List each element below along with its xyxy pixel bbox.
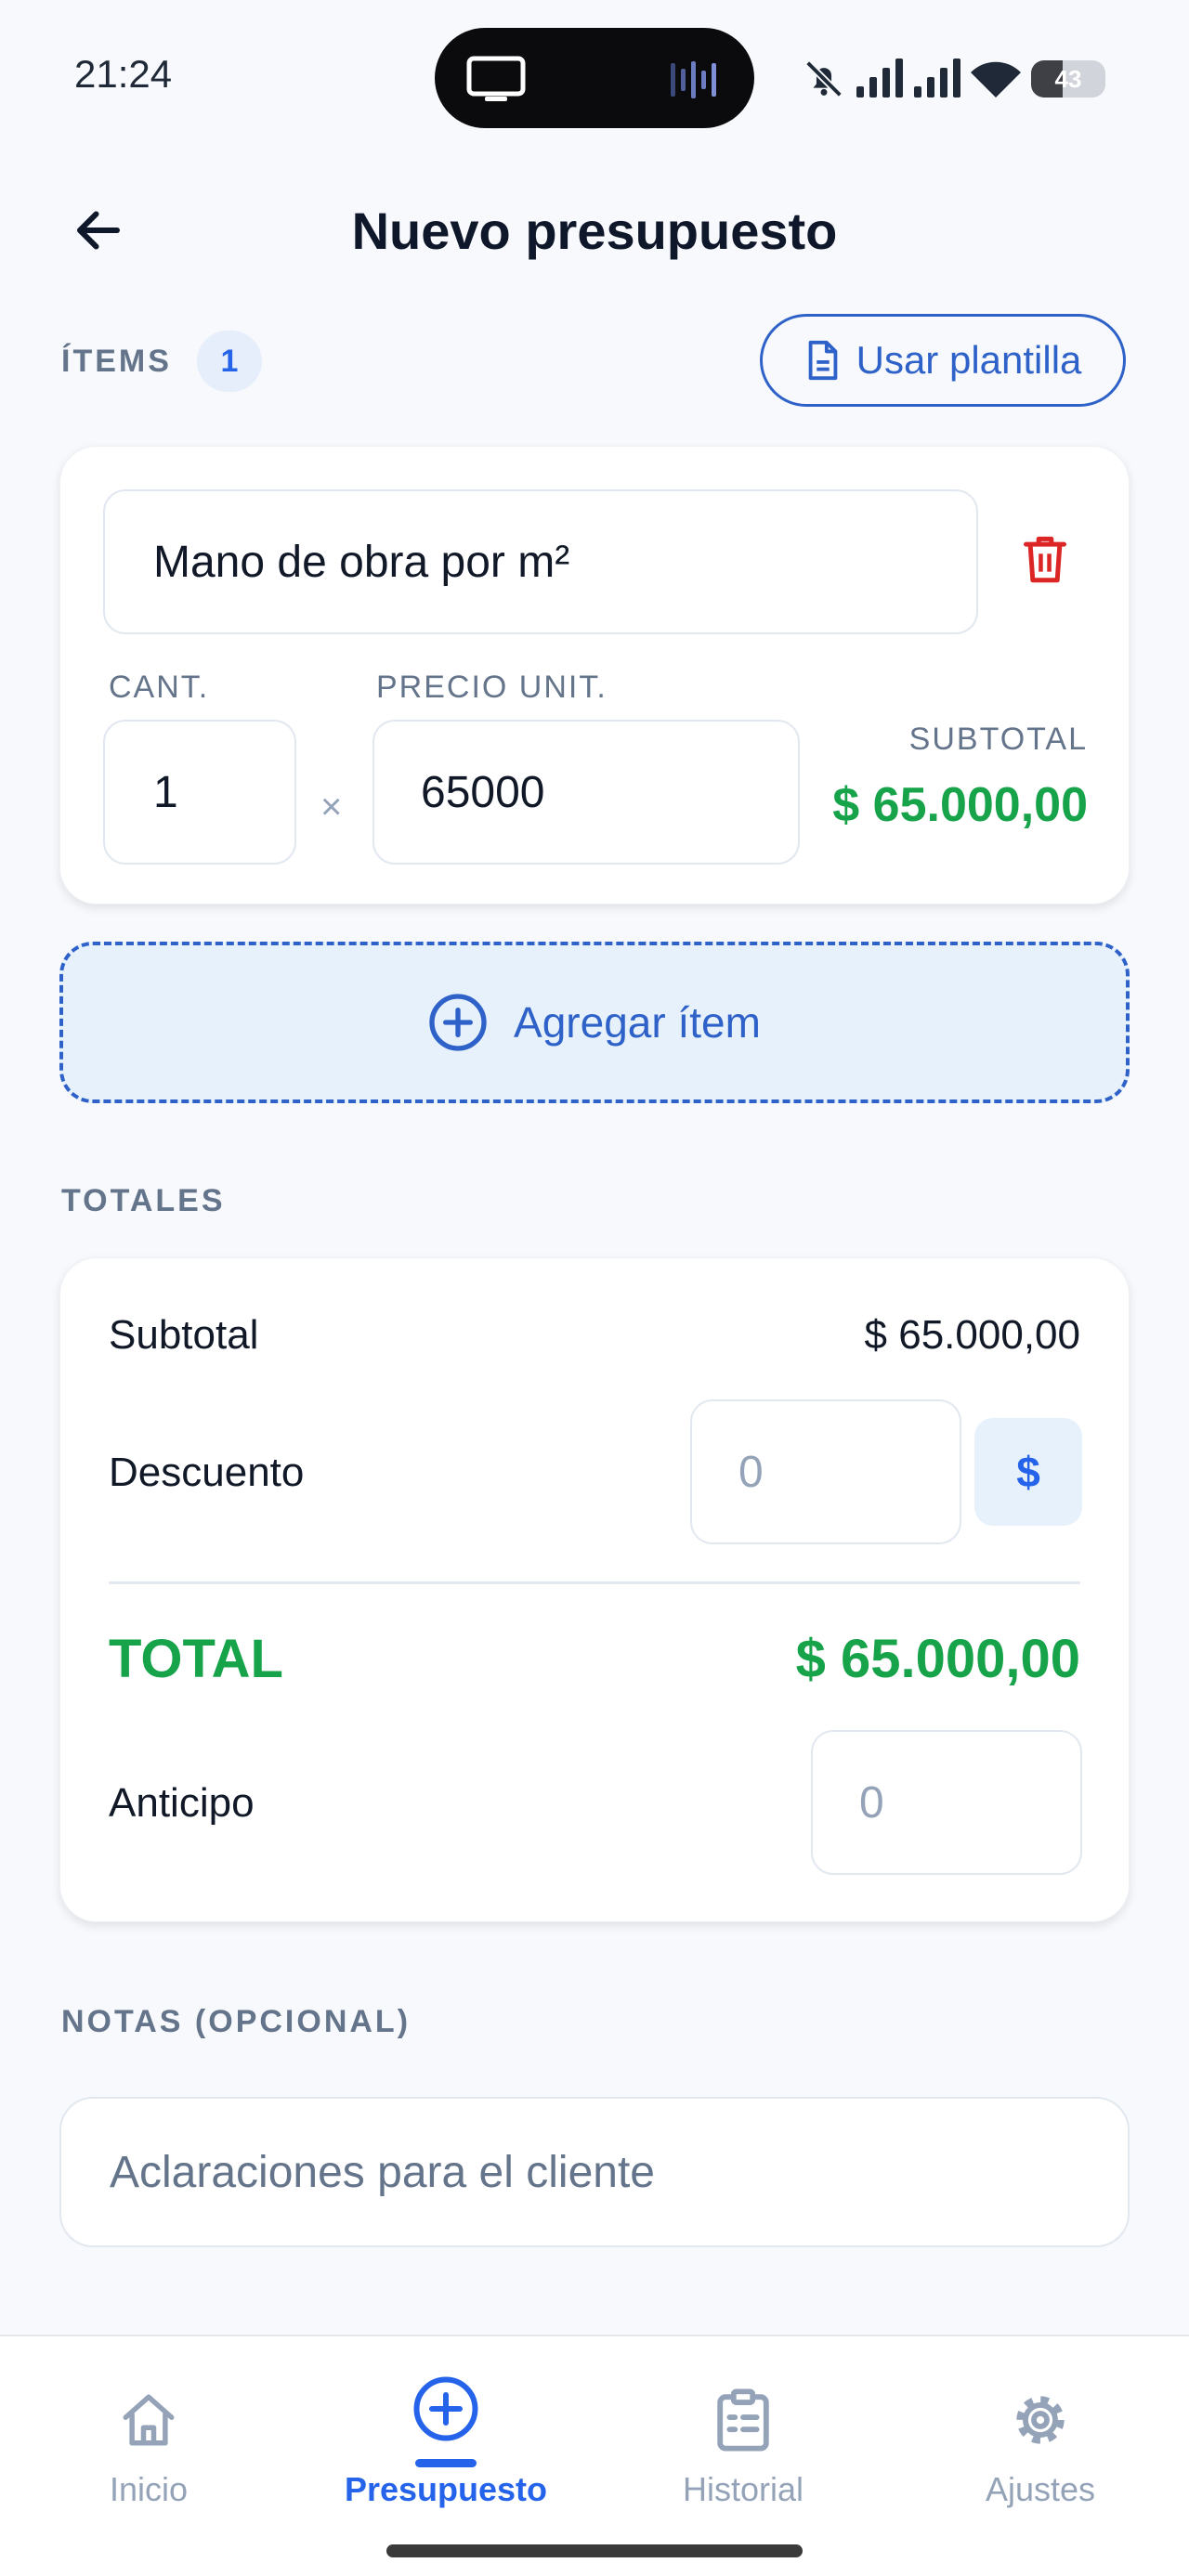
times-sign: ×	[320, 787, 343, 827]
item-card: Mano de obra por m² CANT. PRECIO UNIT. S…	[59, 446, 1130, 904]
dynamic-island	[435, 28, 754, 128]
clipboard-list-icon	[717, 2388, 769, 2452]
nav-label-ajustes: Ajustes	[985, 2470, 1096, 2508]
document-icon	[808, 340, 837, 381]
nav-item-inicio[interactable]: Inicio	[0, 2336, 297, 2522]
audio-wave-icon	[671, 61, 716, 98]
item-subtotal-value: $ 65.000,00	[832, 778, 1088, 832]
signal-icon	[856, 59, 903, 98]
nav-item-ajustes[interactable]: Ajustes	[892, 2336, 1189, 2522]
add-item-button[interactable]: Agregar ítem	[59, 942, 1130, 1103]
back-button[interactable]	[61, 193, 136, 267]
totals-card: Subtotal $ 65.000,00 Descuento 0 $ TOTAL…	[59, 1257, 1130, 1922]
arrow-left-icon	[77, 211, 120, 250]
discount-label: Descuento	[109, 1450, 305, 1495]
status-icons: 43	[803, 46, 1105, 111]
page-title: Nuevo presupuesto	[351, 201, 838, 260]
delete-item-button[interactable]	[989, 499, 1101, 619]
status-time: 21:24	[74, 52, 173, 96]
bottom-nav: Inicio Presupuesto Historial Ajustes	[0, 2335, 1189, 2576]
gear-icon	[1016, 2396, 1065, 2444]
nav-label-historial: Historial	[682, 2470, 804, 2508]
totals-subtotal-value: $ 65.000,00	[864, 1312, 1080, 1358]
plus-circle-icon	[413, 2376, 478, 2441]
total-value: $ 65.000,00	[795, 1629, 1080, 1689]
signal-icon	[914, 59, 960, 98]
totals-divider	[109, 1581, 1080, 1584]
nav-item-presupuesto[interactable]: Presupuesto	[297, 2336, 594, 2522]
wifi-icon	[971, 61, 1021, 98]
items-count-badge: 1	[197, 331, 262, 392]
discount-input[interactable]: 0	[690, 1399, 961, 1544]
notes-section-label: NOTAS (OPCIONAL)	[61, 2004, 412, 2039]
totals-subtotal-label: Subtotal	[109, 1312, 259, 1358]
use-template-label: Usar plantilla	[856, 338, 1082, 382]
notes-input[interactable]: Aclaraciones para el cliente	[59, 2097, 1130, 2247]
battery-level: 43	[1054, 64, 1082, 93]
active-tab-indicator	[415, 2459, 477, 2467]
item-name-input[interactable]: Mano de obra por m²	[103, 489, 978, 634]
home-icon	[123, 2394, 175, 2446]
subtotal-label: SUBTOTAL	[908, 722, 1088, 757]
plus-circle-icon	[429, 994, 487, 1051]
unit-price-input[interactable]: 65000	[372, 720, 800, 865]
advance-label: Anticipo	[109, 1780, 255, 1826]
trash-icon	[1024, 536, 1066, 583]
use-template-button[interactable]: Usar plantilla	[760, 314, 1126, 407]
add-item-label: Agregar ítem	[514, 998, 761, 1047]
totals-section-label: TOTALES	[61, 1183, 226, 1218]
qty-input[interactable]: 1	[103, 720, 296, 865]
advance-input[interactable]: 0	[811, 1730, 1082, 1875]
total-label: TOTAL	[109, 1629, 283, 1689]
home-indicator	[386, 2544, 803, 2557]
nav-label-presupuesto: Presupuesto	[344, 2470, 548, 2508]
tv-icon	[466, 56, 526, 101]
bell-off-icon	[805, 60, 843, 98]
nav-label-inicio: Inicio	[109, 2470, 189, 2508]
discount-type-toggle[interactable]: $	[974, 1418, 1082, 1526]
nav-item-historial[interactable]: Historial	[594, 2336, 892, 2522]
unit-price-label: PRECIO UNIT.	[376, 670, 608, 705]
items-section-label: ÍTEMS	[61, 344, 172, 379]
qty-label: CANT.	[109, 670, 210, 705]
battery-icon: 43	[1031, 60, 1105, 98]
